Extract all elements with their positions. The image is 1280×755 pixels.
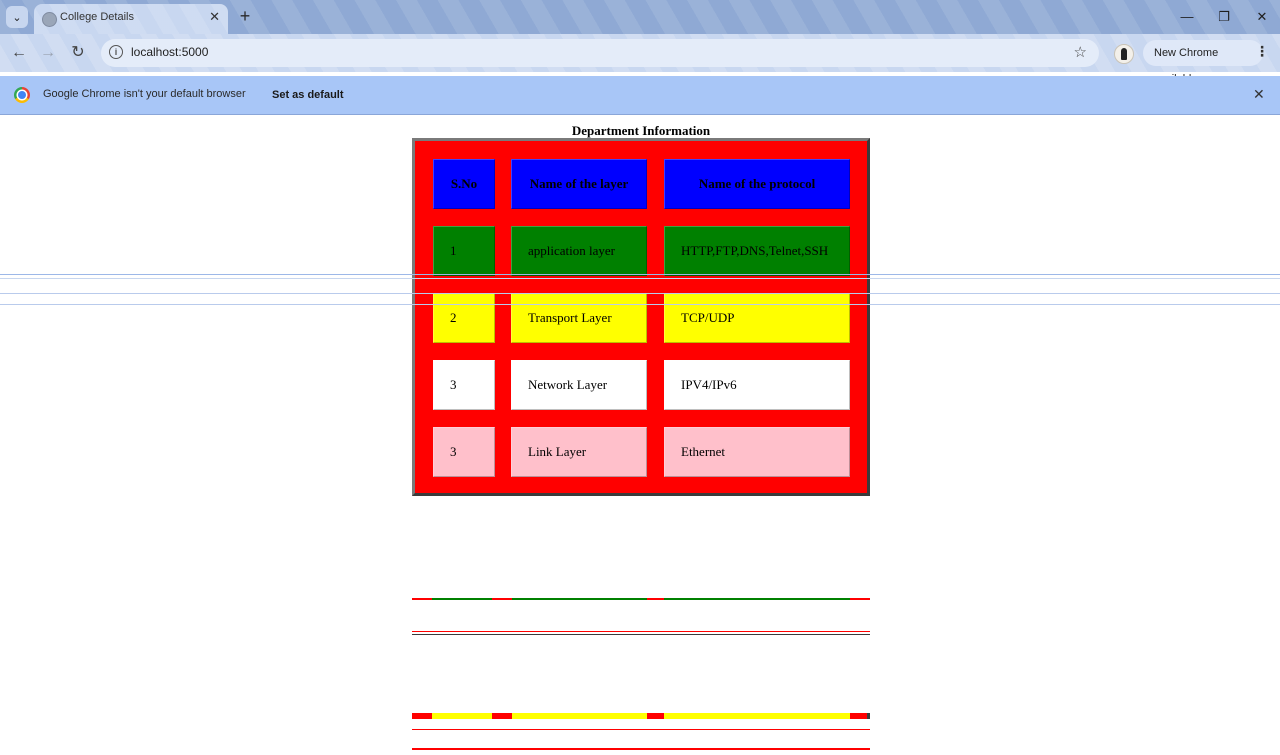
chevron-down-icon: ⌄ <box>12 11 22 24</box>
page-title: Department Information <box>571 123 711 138</box>
update-chrome-button[interactable]: New Chrome available <box>1143 40 1263 85</box>
chrome-logo-icon <box>14 87 30 103</box>
table-cell: TCP/UDP <box>664 293 850 343</box>
new-tab-button[interactable]: + <box>236 7 254 25</box>
set-as-default-button[interactable]: Set as default <box>262 83 354 107</box>
tab-title: College Details <box>60 11 134 23</box>
infobar-message: Google Chrome isn't your default browser <box>43 88 246 100</box>
table-cell: IPV4/IPv6 <box>664 360 850 410</box>
render-artifact-line <box>412 713 870 719</box>
table-header-cell: Name of the layer <box>511 159 647 209</box>
table-cell: application layer <box>511 226 647 276</box>
render-artifact-line <box>412 634 870 635</box>
table-cell: 3 <box>433 427 495 477</box>
reload-button[interactable]: ↻ <box>68 43 88 63</box>
table-cell: 3 <box>433 360 495 410</box>
close-icon: ✕ <box>1256 9 1268 24</box>
table-cell: Transport Layer <box>511 293 647 343</box>
kebab-icon[interactable]: ⋮ <box>1255 43 1269 60</box>
close-icon[interactable]: ✕ <box>1253 86 1265 103</box>
table-cell: HTTP,FTP,DNS,Telnet,SSH <box>664 226 850 276</box>
minimize-icon: — <box>1180 9 1194 24</box>
star-icon[interactable]: ☆ <box>1074 43 1087 61</box>
restore-icon: ❐ <box>1218 9 1230 24</box>
close-icon[interactable]: ✕ <box>209 9 220 25</box>
browser-tab-active[interactable]: College Details ✕ <box>34 4 228 34</box>
table-cell: 2 <box>433 293 495 343</box>
reload-icon: ↻ <box>71 44 85 61</box>
render-artifact-line <box>412 729 870 730</box>
globe-icon <box>42 12 57 27</box>
render-artifact-line <box>0 293 1280 294</box>
render-artifact-line <box>0 274 1280 275</box>
window-close-button[interactable]: ✕ <box>1253 8 1271 26</box>
browser-titlebar: ⌄ College Details ✕ + — ❐ ✕ <box>0 0 1280 34</box>
render-artifact-line <box>0 278 1280 279</box>
table-cell: Network Layer <box>511 360 647 410</box>
profile-avatar[interactable] <box>1114 44 1134 64</box>
url-text[interactable]: localhost:5000 <box>131 45 208 59</box>
render-artifact-line <box>412 598 870 600</box>
default-browser-infobar: Google Chrome isn't your default browser… <box>0 76 1280 115</box>
arrow-right-icon: → <box>40 44 56 61</box>
forward-button[interactable]: → <box>38 43 58 63</box>
minimize-button[interactable]: — <box>1178 8 1196 26</box>
plus-icon: + <box>239 6 251 26</box>
info-icon[interactable]: i <box>109 45 123 59</box>
tab-search-button[interactable]: ⌄ <box>6 6 28 28</box>
table-cell: Link Layer <box>511 427 647 477</box>
browser-toolbar: ← → ↻ i localhost:5000 ☆ New Chrome avai… <box>0 34 1280 85</box>
department-table: S.No Name of the layer Name of the proto… <box>412 138 870 496</box>
back-button[interactable]: ← <box>9 43 29 63</box>
render-artifact-line <box>412 631 870 632</box>
table-cell: Ethernet <box>664 427 850 477</box>
table-header-cell: S.No <box>433 159 495 209</box>
table-header-cell: Name of the protocol <box>664 159 850 209</box>
restore-button[interactable]: ❐ <box>1215 8 1233 26</box>
render-artifact-line <box>412 748 870 750</box>
table-cell: 1 <box>433 226 495 276</box>
render-artifact-line <box>0 304 1280 305</box>
arrow-left-icon: ← <box>11 44 27 61</box>
address-bar[interactable]: i localhost:5000 ☆ <box>101 39 1099 67</box>
